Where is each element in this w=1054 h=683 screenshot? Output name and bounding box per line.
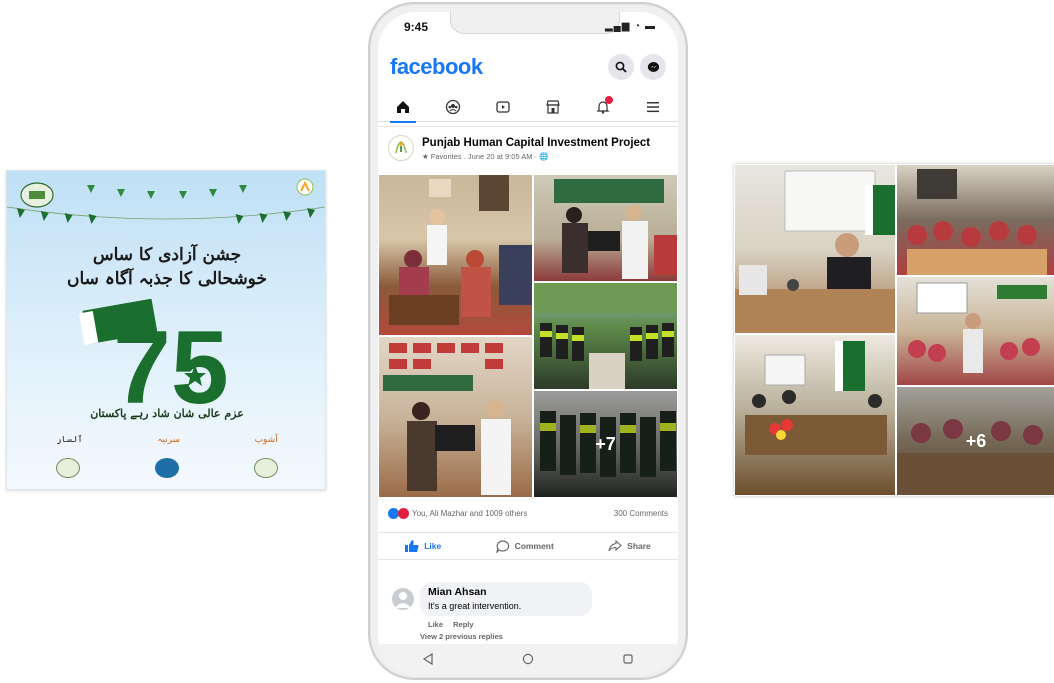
comment-icon xyxy=(495,539,509,553)
comment-text: It's a great intervention. xyxy=(428,601,522,611)
independence-day-poster: جشن آزادی کا ساس خوشحالی کا جذبہ آگاہ سا… xyxy=(6,170,326,490)
recents-icon[interactable] xyxy=(622,653,634,665)
status-time: 9:45 xyxy=(404,20,429,34)
phcip-logo xyxy=(235,177,315,207)
footer-logos xyxy=(19,455,315,481)
nav-notifications[interactable] xyxy=(588,93,618,121)
photo-2[interactable] xyxy=(533,174,678,282)
video-icon xyxy=(496,100,510,113)
phone-notch xyxy=(450,12,620,34)
collage-more-photos-overlay[interactable]: +6 xyxy=(897,387,1054,495)
post-meta: ★ Favorites . June 20 at 9:05 AM · 🌐 xyxy=(422,152,549,161)
photo-4-image xyxy=(383,343,511,495)
reactions-bar[interactable]: You, Ali Mazhar and 1009 others 300 Comm… xyxy=(378,506,678,524)
collage-photo-2[interactable] xyxy=(896,164,1054,276)
poster-title-line1: جشن آزادی کا ساس xyxy=(92,245,242,265)
user-icon xyxy=(395,592,411,608)
comment-bubble: Mian Ahsan It's a great intervention. xyxy=(420,582,592,616)
share-icon xyxy=(608,540,622,552)
share-button[interactable]: Share xyxy=(608,540,651,552)
facebook-nav xyxy=(378,92,678,123)
post-header: Punjab Human Capital Investment Project … xyxy=(378,126,678,172)
menu-icon xyxy=(647,101,659,112)
poster-title-line2: خوشحالی کا جذبہ آگاہ ساں xyxy=(67,269,267,289)
nav-home[interactable] xyxy=(388,93,418,123)
meeting-photo-collage: +6 xyxy=(734,164,1054,496)
comment-like-link[interactable]: Like xyxy=(428,620,443,629)
view-previous-replies[interactable]: View 2 previous replies xyxy=(420,632,503,641)
photo-2-image xyxy=(554,179,677,279)
promo-composition: جشن آزادی کا ساس خوشحالی کا جذبہ آگاہ سا… xyxy=(0,0,1054,683)
reactions-text[interactable]: You, Ali Mazhar and 1009 others xyxy=(412,509,527,518)
home-icon xyxy=(397,100,409,113)
facebook-header: facebook xyxy=(378,50,678,84)
android-nav-bar xyxy=(378,644,678,674)
collage-photo-3-image xyxy=(908,282,1047,373)
collage-photo-1-image xyxy=(735,170,895,333)
messenger-button[interactable] xyxy=(640,54,666,80)
phone-mockup: 9:45 ▂▄▆ ◔ ▬ facebook Punjab Human Capit… xyxy=(368,2,688,680)
notification-badge xyxy=(605,95,613,104)
comment-links: Like Reply xyxy=(428,620,482,629)
comments-count[interactable]: 300 Comments xyxy=(614,509,668,518)
marketplace-icon xyxy=(546,99,560,114)
sponsor-row: ٱلسار سرنیہ آشوب xyxy=(19,429,315,451)
photo-1-image xyxy=(389,175,532,325)
facebook-screen: 9:45 ▂▄▆ ◔ ▬ facebook Punjab Human Capit… xyxy=(378,12,678,674)
photo-5[interactable]: +7 xyxy=(533,390,678,498)
collage-photo-3[interactable] xyxy=(896,276,1054,386)
collage-photo-2-image xyxy=(907,169,1047,275)
search-icon xyxy=(615,61,627,73)
partner-logo-2 xyxy=(154,458,179,478)
sponsor-2: سرنیہ xyxy=(157,435,181,445)
nav-marketplace[interactable] xyxy=(538,93,568,121)
like-label: Like xyxy=(424,541,442,551)
phcip-icon xyxy=(296,178,314,196)
sponsor-3: آشوب xyxy=(254,435,278,445)
groups-icon xyxy=(445,99,461,114)
comment-item: Mian Ahsan It's a great intervention. Li… xyxy=(378,578,678,641)
back-icon[interactable] xyxy=(422,653,434,665)
photo-3-image xyxy=(534,283,677,389)
collage-photo-4-image xyxy=(745,341,887,455)
facebook-logo[interactable]: facebook xyxy=(390,54,483,80)
nav-video[interactable] xyxy=(488,93,518,121)
status-bar: 9:45 ▂▄▆ ◔ ▬ xyxy=(378,12,678,42)
page-avatar[interactable] xyxy=(388,135,414,161)
like-button[interactable]: Like xyxy=(405,540,441,552)
collage-photo-5[interactable]: +6 xyxy=(896,386,1054,496)
partner-logo-3 xyxy=(253,458,278,478)
seventy-five-number: 75 xyxy=(113,310,229,409)
poster-title: جشن آزادی کا ساس خوشحالی کا جذبہ آگاہ سا… xyxy=(67,243,267,291)
post-photo-grid: +7 xyxy=(378,174,678,498)
nav-menu[interactable] xyxy=(638,93,668,121)
more-photos-overlay[interactable]: +7 xyxy=(534,391,677,497)
poster-subtitle: عزم عالی شان شاد رہے پاکستان xyxy=(90,407,244,420)
comment-label: Comment xyxy=(514,541,554,551)
comment-button[interactable]: Comment xyxy=(495,539,554,553)
phcip-logo-icon xyxy=(395,141,407,154)
photo-1[interactable] xyxy=(378,174,533,336)
love-reaction-icon xyxy=(398,508,409,519)
partner-logo-1 xyxy=(56,458,81,478)
punjab-govt-logo xyxy=(20,182,54,208)
nav-groups[interactable] xyxy=(438,93,468,121)
page-name-link[interactable]: Punjab Human Capital Investment Project xyxy=(422,137,650,149)
comment-reply-link[interactable]: Reply xyxy=(453,620,473,629)
collage-photo-4[interactable] xyxy=(734,334,896,496)
seventy-five-emblem: 75 xyxy=(78,299,229,409)
comment-author[interactable]: Mian Ahsan xyxy=(428,586,487,598)
home-circle-icon[interactable] xyxy=(522,653,534,665)
search-button[interactable] xyxy=(608,54,634,80)
share-label: Share xyxy=(627,541,651,551)
post-actions: Like Comment Share xyxy=(378,532,678,560)
messenger-icon xyxy=(647,61,659,72)
photo-3[interactable] xyxy=(533,282,678,390)
thumbs-up-icon xyxy=(405,540,419,552)
collage-photo-1[interactable] xyxy=(734,164,896,334)
commenter-avatar[interactable] xyxy=(392,588,414,610)
photo-4[interactable] xyxy=(378,336,533,498)
sponsor-1: ٱلسار xyxy=(56,435,83,445)
signal-icon: ▂▄▆ ◔ ▬ xyxy=(604,21,656,32)
